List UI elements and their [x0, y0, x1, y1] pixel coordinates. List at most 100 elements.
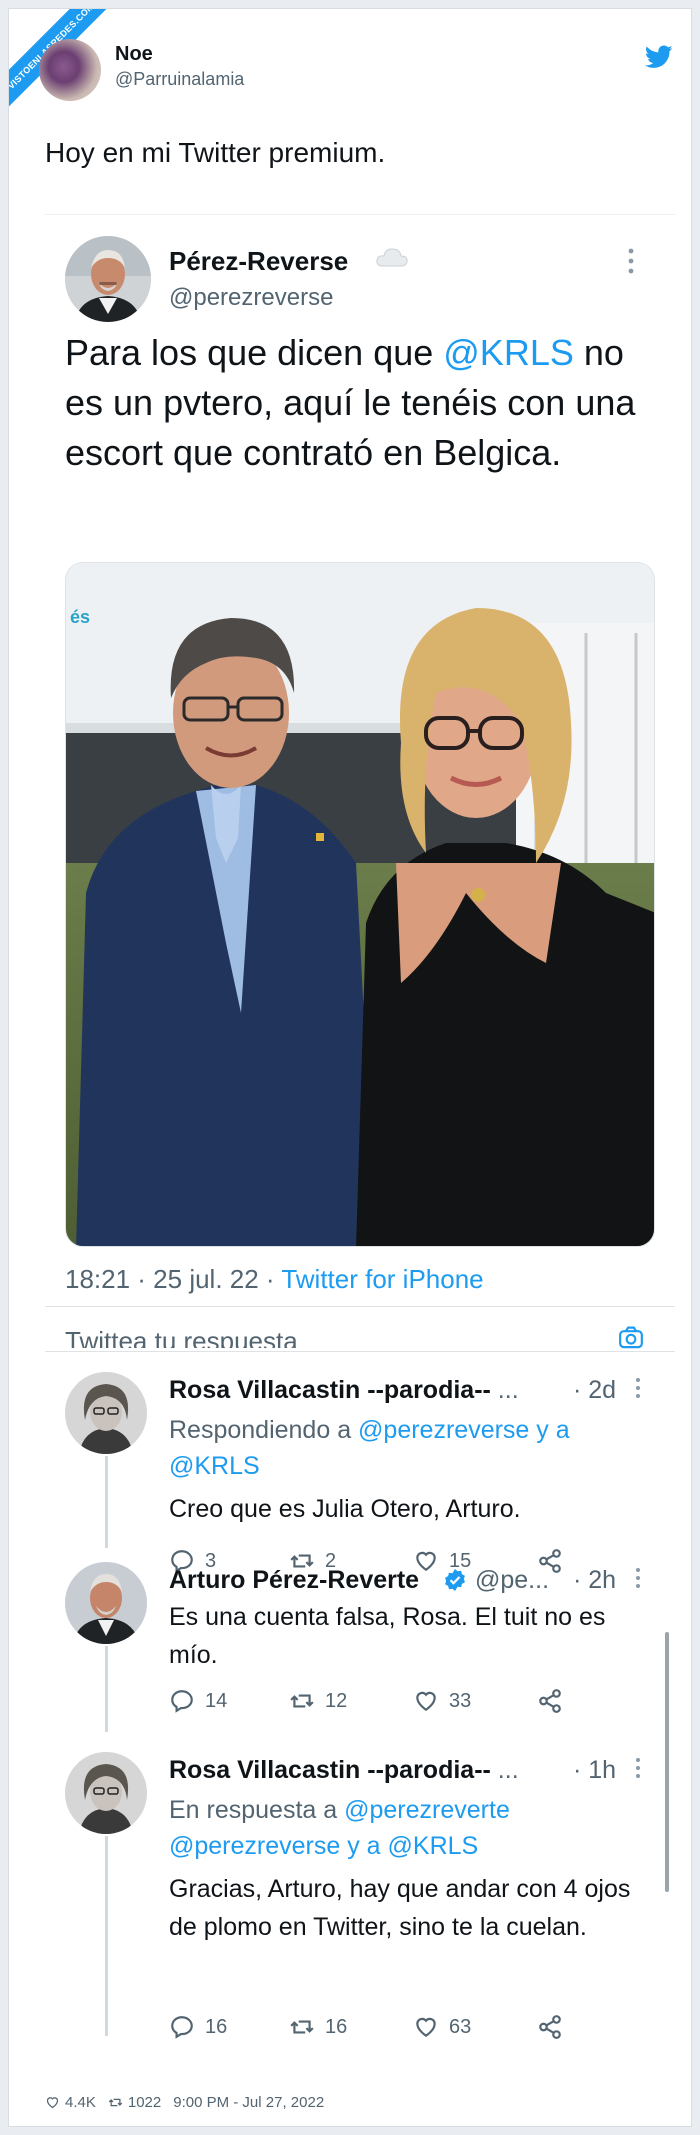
reply-name-text: Rosa Villacastin --parodia--	[169, 1756, 491, 1784]
mention-link[interactable]: @KRLS	[388, 1832, 479, 1860]
reply-button[interactable]: 14	[169, 1688, 227, 1714]
author-avatar[interactable]	[39, 39, 101, 101]
reply-context-line2: @perezreverse y a @KRLS	[169, 1828, 478, 1864]
mention-link[interactable]: @perezreverse	[358, 1416, 529, 1444]
more-options-icon[interactable]	[627, 246, 635, 276]
author-handle[interactable]: @Parruinalamia	[115, 69, 244, 90]
reply-actions: 14 12 33	[169, 1688, 589, 1718]
reply-name-text: Arturo Pérez-Reverte	[169, 1566, 420, 1594]
footer-retweet-count: 1022	[127, 2094, 162, 2111]
footer-likes[interactable]: 4.4K	[45, 2094, 96, 2111]
scrollbar[interactable]	[665, 1632, 669, 1892]
reply-handle[interactable]: @pe...	[475, 1566, 549, 1595]
retweet-icon	[290, 1694, 314, 1708]
tweet-card: VISTOENLASREDES.COM Noe @Parruinalamia H…	[8, 8, 692, 2127]
camera-icon[interactable]	[613, 1324, 649, 1350]
quoted-source-link[interactable]: Twitter for iPhone	[281, 1264, 483, 1294]
reply-body: Gracias, Arturo, hay que andar con 4 ojo…	[169, 1875, 631, 1941]
thread-line	[105, 1836, 108, 2036]
more-options-icon[interactable]	[635, 1756, 641, 1780]
author-name[interactable]: Noe	[115, 43, 153, 66]
reply-name[interactable]: Arturo Pérez-Reverte	[169, 1566, 419, 1595]
quoted-time: 18:21 · 25 jul. 22 ·	[65, 1264, 282, 1294]
mention-link[interactable]: @perezreverse	[169, 1832, 340, 1860]
retweet-button[interactable]: 16	[289, 2014, 347, 2040]
footer-retweets[interactable]: 1022	[108, 2094, 161, 2111]
woman-portrait-icon	[65, 1372, 147, 1454]
woman-portrait-icon	[65, 1752, 147, 1834]
reply-context-prefix: Respondiendo a	[169, 1416, 359, 1444]
reply-context: En respuesta a @perezreverte	[169, 1792, 510, 1828]
mention-link[interactable]: @KRLS	[169, 1452, 260, 1480]
like-count: 63	[449, 2015, 472, 2038]
reply-time[interactable]: · 1h	[573, 1756, 616, 1785]
heart-icon	[416, 1691, 436, 1711]
divider	[45, 214, 675, 215]
quoted-name[interactable]: Pérez-Reverse	[169, 246, 348, 277]
reply-time[interactable]: · 2h	[573, 1566, 616, 1595]
retweet-count: 12	[325, 1689, 348, 1712]
more-options-icon[interactable]	[635, 1376, 641, 1400]
retweet-button[interactable]: 12	[289, 1688, 347, 1714]
quoted-handle[interactable]: @perezreverse	[169, 284, 333, 312]
reply-icon	[171, 2016, 193, 2039]
quoted-text-before: Para los que dicen que	[65, 332, 444, 373]
embedded-screenshot: Pérez-Reverse @perezreverse Para los que…	[45, 214, 675, 2114]
like-button[interactable]: 33	[413, 1688, 471, 1714]
thread-line	[105, 1646, 108, 1732]
reply-name[interactable]: Rosa Villacastin --parodia-- ...	[169, 1756, 519, 1785]
divider	[45, 1306, 675, 1307]
man-portrait-icon	[65, 236, 151, 322]
tweet-text: Hoy en mi Twitter premium.	[45, 137, 386, 168]
reply-count: 16	[205, 2015, 228, 2038]
reply-button[interactable]: 16	[169, 2014, 227, 2040]
tweet-footer: 4.4K 1022 9:00 PM - Jul 27, 2022	[45, 2094, 324, 2111]
divider	[45, 1351, 675, 1352]
verified-badge-icon	[445, 1569, 465, 1591]
reply-time[interactable]: · 2d	[573, 1376, 616, 1405]
thread-line	[105, 1456, 108, 1548]
tweet-photo[interactable]: és	[65, 562, 655, 1247]
more-options-icon[interactable]	[635, 1566, 641, 1590]
quoted-text: Para los que dicen que @KRLS no es un pv…	[65, 328, 655, 478]
twitter-bird-icon[interactable]	[645, 45, 673, 69]
heart-icon	[416, 2017, 436, 2037]
couple-photo-image: és	[66, 563, 654, 1246]
reply-context-mid: y a	[529, 1416, 570, 1444]
reply-context: Respondiendo a @perezreverse y a	[169, 1412, 570, 1448]
footer-timestamp[interactable]: 9:00 PM - Jul 27, 2022	[173, 2094, 324, 2111]
reply-count: 14	[205, 1689, 228, 1712]
reply-avatar[interactable]	[65, 1372, 147, 1454]
reply-input[interactable]: Twittea tu respuesta	[65, 1326, 298, 1348]
reply-actions: 16 16 63	[169, 2014, 589, 2044]
reply-body: Creo que es Julia Otero, Arturo.	[169, 1495, 521, 1523]
reply-name[interactable]: Rosa Villacastin --parodia-- ...	[169, 1376, 519, 1405]
retweet-icon	[290, 2020, 314, 2034]
quoted-meta: 18:21 · 25 jul. 22 · Twitter for iPhone	[65, 1264, 484, 1295]
retweet-icon	[108, 2098, 123, 2107]
svg-text:és: és	[70, 607, 90, 627]
reply-name-ellipsis: ...	[497, 1376, 519, 1404]
reply-name-text: Rosa Villacastin --parodia--	[169, 1376, 491, 1404]
share-icon	[539, 2015, 561, 2039]
heart-icon	[46, 2097, 59, 2109]
share-icon	[539, 1689, 561, 1713]
like-button[interactable]: 63	[413, 2014, 471, 2040]
reply-avatar[interactable]	[65, 1752, 147, 1834]
footer-like-count: 4.4K	[65, 2094, 96, 2111]
reply-context-mid: y a	[340, 1832, 388, 1860]
reply-context-line2: @KRLS	[169, 1448, 260, 1484]
reply-icon	[171, 1690, 193, 1713]
cloud-icon	[376, 248, 408, 267]
share-button[interactable]	[537, 1688, 563, 1714]
quoted-mention-link[interactable]: @KRLS	[443, 332, 574, 373]
like-count: 33	[449, 1689, 472, 1712]
reply-body: Es una cuenta falsa, Rosa. El tuit no es…	[169, 1603, 606, 1669]
retweet-count: 16	[325, 2015, 348, 2038]
reply-context-prefix: En respuesta a	[169, 1796, 345, 1824]
share-button[interactable]	[537, 2014, 563, 2040]
mention-link[interactable]: @perezreverte	[344, 1796, 510, 1824]
reply-avatar[interactable]	[65, 1562, 147, 1644]
quoted-avatar[interactable]	[65, 236, 151, 322]
man-portrait-icon	[65, 1562, 147, 1644]
